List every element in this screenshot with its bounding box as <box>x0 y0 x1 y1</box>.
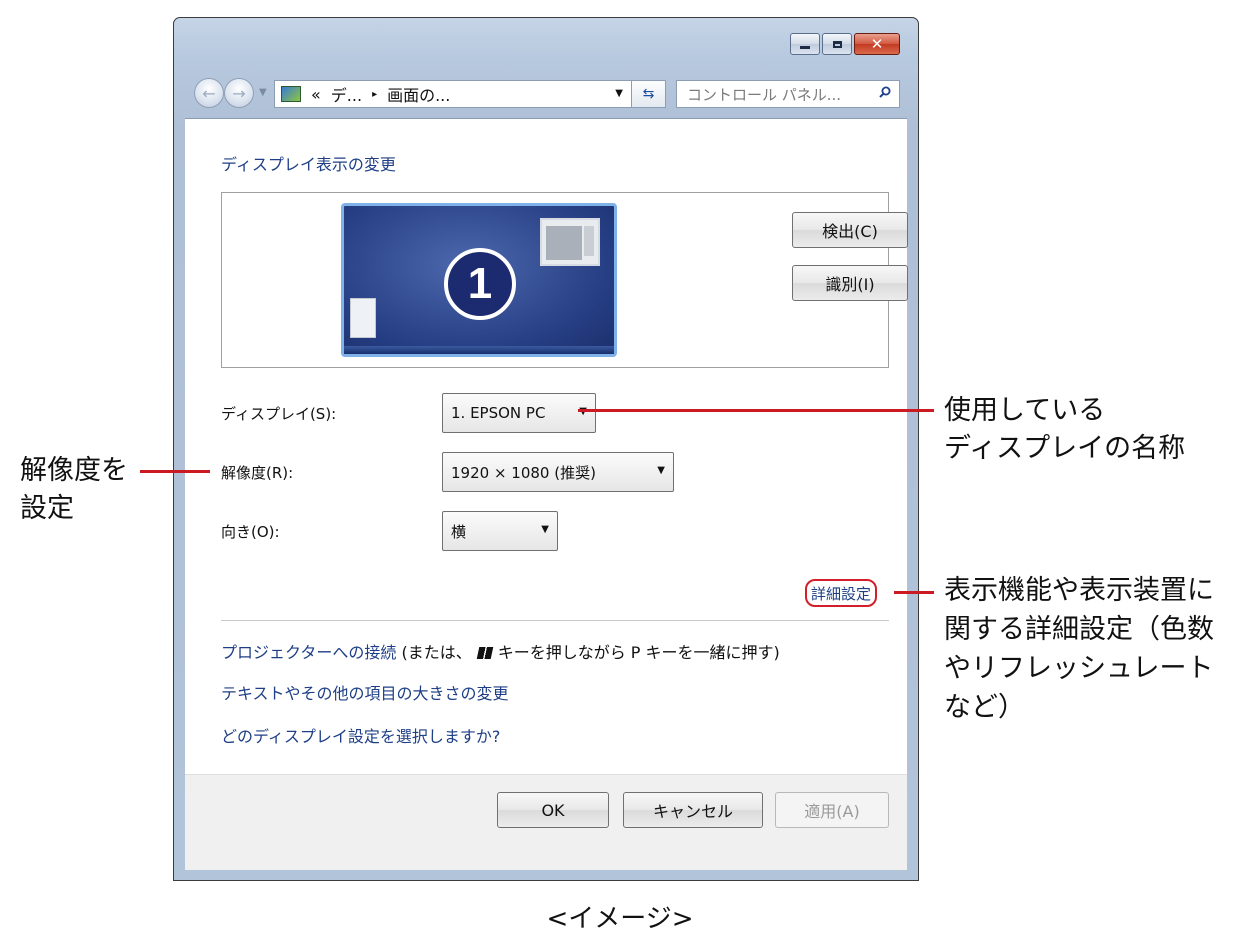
image-caption: <イメージ> <box>546 904 694 934</box>
which-display-setting-link[interactable]: どのディスプレイ設定を選択しますか? <box>221 723 500 747</box>
address-toolbar: ← → ▼ « デ... ▸ 画面の... ▼ ⇆ コントロール パネル... <box>186 76 906 112</box>
projector-hint-pre: (または、 <box>401 643 472 662</box>
monitor-number-badge: 1 <box>444 248 516 320</box>
display-label: ディスプレイ(S): <box>221 405 337 423</box>
maximize-icon <box>832 40 842 48</box>
detect-button[interactable]: 検出(C) <box>792 212 908 248</box>
annotation-advanced-leader <box>894 591 934 594</box>
annotation-resolution-leader <box>140 470 210 473</box>
window-controls: ✕ <box>790 33 900 55</box>
annotation-advanced-line3: やリフレッシュレート <box>944 653 1214 684</box>
annotation-resolution-line2: 設定 <box>20 493 74 524</box>
search-input[interactable]: コントロール パネル... <box>676 80 900 108</box>
minimize-button[interactable] <box>790 33 820 55</box>
sample-taskbar <box>344 346 614 354</box>
orientation-select[interactable]: 横 ▼ <box>442 511 558 551</box>
minimize-icon <box>800 46 810 49</box>
annotation-display-line2: ディスプレイの名称 <box>944 433 1186 464</box>
control-panel-icon <box>281 86 301 102</box>
page-title: ディスプレイ表示の変更 <box>221 155 396 174</box>
annotation-resolution-line1: 解像度を <box>20 455 128 486</box>
display-preview-panel: 1 検出(C) 識別(I) <box>221 192 908 368</box>
maximize-button[interactable] <box>822 33 852 55</box>
recent-pages-chevron-icon[interactable]: ▼ <box>259 87 267 98</box>
chevron-down-icon: ▼ <box>541 524 549 535</box>
annotation-advanced-line1: 表示機能や表示装置に <box>944 575 1214 606</box>
orientation-select-value: 横 <box>451 522 467 541</box>
breadcrumb-screen-resolution[interactable]: 画面の... <box>387 82 450 106</box>
advanced-settings-link[interactable]: 詳細設定 <box>805 579 878 607</box>
search-icon[interactable] <box>879 86 891 98</box>
breadcrumb-overflow[interactable]: « <box>311 85 321 104</box>
breadcrumb-display[interactable]: デ... <box>331 82 362 106</box>
refresh-icon: ⇆ <box>642 86 655 102</box>
refresh-button[interactable]: ⇆ <box>632 80 666 108</box>
annotation-advanced-line4: など） <box>944 692 1025 723</box>
back-arrow-icon: ← <box>202 83 216 103</box>
sample-window-thumbnail <box>540 218 600 266</box>
resolution-select-value: 1920 × 1080 (推奨) <box>451 463 596 482</box>
display-select[interactable]: 1. EPSON PC ▼ <box>442 393 596 433</box>
monitor-1-preview[interactable]: 1 <box>341 203 617 357</box>
resolution-label: 解像度(R): <box>221 464 294 482</box>
back-button[interactable]: ← <box>194 78 224 108</box>
apply-button[interactable]: 適用(A) <box>775 792 889 828</box>
projector-connection-link[interactable]: プロジェクターへの接続 <box>221 643 396 662</box>
forward-button[interactable]: → <box>224 78 254 108</box>
annotation-display-leader <box>578 409 934 412</box>
orientation-label: 向き(O): <box>221 523 280 541</box>
divider <box>221 620 889 621</box>
close-icon: ✕ <box>870 34 884 53</box>
address-dropdown-icon[interactable]: ▼ <box>615 88 623 99</box>
sample-gadget-thumbnail <box>350 298 376 338</box>
annotation-display-line1: 使用している <box>944 395 1106 426</box>
search-placeholder: コントロール パネル... <box>687 85 842 104</box>
display-select-value: 1. EPSON PC <box>451 404 546 422</box>
annotation-advanced-line2: 関する詳細設定（色数 <box>944 614 1214 645</box>
cancel-button[interactable]: キャンセル <box>623 792 763 828</box>
address-bar[interactable]: « デ... ▸ 画面の... ▼ <box>274 80 632 108</box>
chevron-down-icon: ▼ <box>657 465 665 476</box>
identify-button[interactable]: 識別(I) <box>792 265 908 301</box>
forward-arrow-icon: → <box>232 83 246 103</box>
breadcrumb-separator-icon[interactable]: ▸ <box>372 89 377 100</box>
windows-logo-icon <box>476 647 493 659</box>
client-area: ディスプレイ表示の変更 1 検出(C) 識別(I) ディスプレイ(S): 1. … <box>185 118 908 870</box>
projector-connection-row: プロジェクターへの接続 (または、 キーを押しながら P キーを一緒に押す) <box>221 639 780 663</box>
text-size-link[interactable]: テキストやその他の項目の大きさの変更 <box>221 680 509 704</box>
resolution-select[interactable]: 1920 × 1080 (推奨) ▼ <box>442 452 674 492</box>
ok-button[interactable]: OK <box>497 792 609 828</box>
close-button[interactable]: ✕ <box>854 33 900 55</box>
projector-hint-post: キーを押しながら P キーを一緒に押す) <box>497 643 780 662</box>
